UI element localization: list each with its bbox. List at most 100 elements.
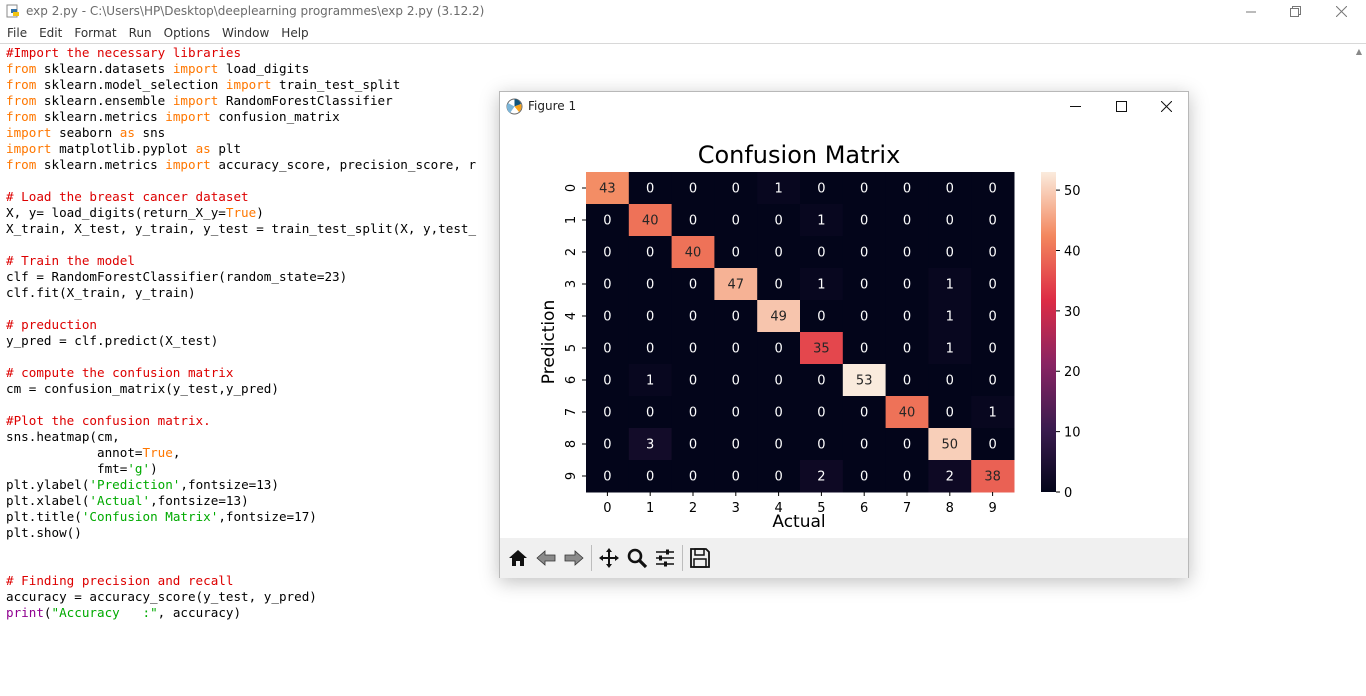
code-line: clf.fit(X_train, y_train) — [6, 285, 476, 301]
code-token: sklearn.ensemble — [36, 93, 173, 108]
save-icon — [690, 548, 710, 568]
figure-window: Figure 1 Confusion Matrix Actual Predict… — [499, 91, 1189, 578]
code-token: as — [195, 141, 211, 156]
configure-subplots-button[interactable] — [651, 544, 679, 572]
y-tick-label: 7 — [564, 408, 579, 416]
home-icon — [509, 550, 527, 566]
cell-value-label: 0 — [903, 342, 911, 357]
y-tick-label: 8 — [564, 440, 579, 448]
cell-value-label: 1 — [946, 310, 954, 325]
x-tick-label: 7 — [903, 501, 911, 516]
figure-title: Figure 1 — [528, 99, 577, 113]
cell-value-label: 0 — [903, 310, 911, 325]
code-token: accuracy = accuracy_score(y_test, y_pred… — [6, 589, 317, 604]
forward-button[interactable] — [560, 544, 588, 572]
code-token: clf = RandomForestClassifier(random_stat… — [6, 269, 348, 284]
cell-value-label: 0 — [603, 470, 611, 485]
cell-value-label: 0 — [817, 438, 825, 453]
menu-run[interactable]: Run — [124, 26, 157, 40]
code-token: train_test_split — [271, 77, 401, 92]
code-token: #Plot the confusion matrix. — [6, 413, 211, 428]
pan-button[interactable] — [595, 544, 623, 572]
x-tick-label: 0 — [603, 501, 611, 516]
x-tick-label: 8 — [946, 501, 954, 516]
zoom-button[interactable] — [623, 544, 651, 572]
menu-window[interactable]: Window — [217, 26, 274, 40]
scroll-up-arrow-icon[interactable]: ▲ — [1356, 47, 1362, 56]
code-token: clf.fit(X_train, y_train) — [6, 285, 196, 300]
plot-area[interactable]: Confusion Matrix Actual Prediction 43 0 0 0… — [500, 121, 1188, 538]
back-icon — [536, 550, 556, 566]
vertical-scrollbar[interactable] — [1349, 44, 1366, 696]
code-line: print("Accuracy :", accuracy) — [6, 605, 476, 621]
code-token: y_pred = clf.predict(X_test) — [6, 333, 219, 348]
y-tick-label: 9 — [564, 472, 579, 480]
x-tick-label: 9 — [988, 501, 996, 516]
cell-value-label: 0 — [732, 406, 740, 421]
cell-value-label: 0 — [860, 438, 868, 453]
restore-button[interactable] — [1272, 0, 1318, 23]
cell-value-label: 0 — [817, 310, 825, 325]
back-button[interactable] — [532, 544, 560, 572]
code-line: sns.heatmap(cm, — [6, 429, 476, 445]
code-token: import — [6, 141, 52, 156]
code-token: import — [165, 157, 211, 172]
menu-edit[interactable]: Edit — [34, 26, 67, 40]
cell-value-label: 1 — [774, 182, 782, 197]
code-line: X_train, X_test, y_train, y_test = train… — [6, 221, 476, 237]
close-button[interactable] — [1318, 0, 1364, 23]
cell-value-label: 0 — [988, 182, 996, 197]
cell-value-label: 0 — [988, 374, 996, 389]
cell-value-label: 0 — [774, 374, 782, 389]
cell-value-label: 0 — [774, 214, 782, 229]
code-token: plt.xlabel( — [6, 493, 90, 508]
code-token: "Accuracy :" — [51, 605, 158, 620]
menu-help[interactable]: Help — [276, 26, 313, 40]
code-token: sns — [134, 125, 166, 140]
cell-value-label: 53 — [856, 374, 873, 389]
code-token: load_digits — [218, 61, 310, 76]
cell-value-label: 40 — [642, 214, 659, 229]
cell-value-label: 3 — [646, 438, 654, 453]
code-line: from sklearn.datasets import load_digits — [6, 61, 476, 77]
code-token: as — [119, 125, 135, 140]
cell-value-label: 0 — [603, 374, 611, 389]
cell-value-label: 0 — [732, 470, 740, 485]
code-token: , — [172, 445, 181, 460]
figure-minimize-button[interactable] — [1052, 92, 1098, 121]
home-button[interactable] — [504, 544, 532, 572]
pan-icon — [599, 548, 619, 568]
x-tick-label: 3 — [732, 501, 740, 516]
cell-value-label: 0 — [689, 182, 697, 197]
menu-options[interactable]: Options — [159, 26, 215, 40]
toolbar-separator — [682, 545, 683, 571]
minimize-button[interactable] — [1228, 0, 1274, 23]
colorbar-tick-label: 30 — [1064, 305, 1081, 320]
menu-format[interactable]: Format — [69, 26, 121, 40]
code-token: # preduction — [6, 317, 97, 332]
cell-value-label: 0 — [903, 214, 911, 229]
cell-value-label: 0 — [646, 310, 654, 325]
code-token: from — [6, 109, 37, 124]
save-button[interactable] — [686, 544, 714, 572]
menu-bar: File Edit Format Run Options Window Help — [0, 23, 1366, 43]
cell-value-label: 0 — [646, 246, 654, 261]
code-editor[interactable]: #Import the necessary libraries from skle… — [6, 45, 476, 621]
cell-value-label: 0 — [860, 182, 868, 197]
y-tick-label: 1 — [564, 216, 579, 224]
menu-file[interactable]: File — [2, 26, 32, 40]
code-token: ,fontsize=13) — [180, 477, 279, 492]
cell-value-label: 0 — [903, 278, 911, 293]
figure-maximize-button[interactable] — [1098, 92, 1144, 121]
toolbar-separator — [591, 545, 592, 571]
x-tick-label: 5 — [817, 501, 825, 516]
cell-value-label: 0 — [988, 310, 996, 325]
code-token: True — [225, 205, 257, 220]
cell-value-label: 0 — [817, 374, 825, 389]
code-line: plt.ylabel('Prediction',fontsize=13) — [6, 477, 476, 493]
colorbar-tick-label: 0 — [1064, 486, 1072, 501]
figure-close-button[interactable] — [1143, 92, 1189, 121]
figure-toolbar — [500, 538, 1188, 578]
